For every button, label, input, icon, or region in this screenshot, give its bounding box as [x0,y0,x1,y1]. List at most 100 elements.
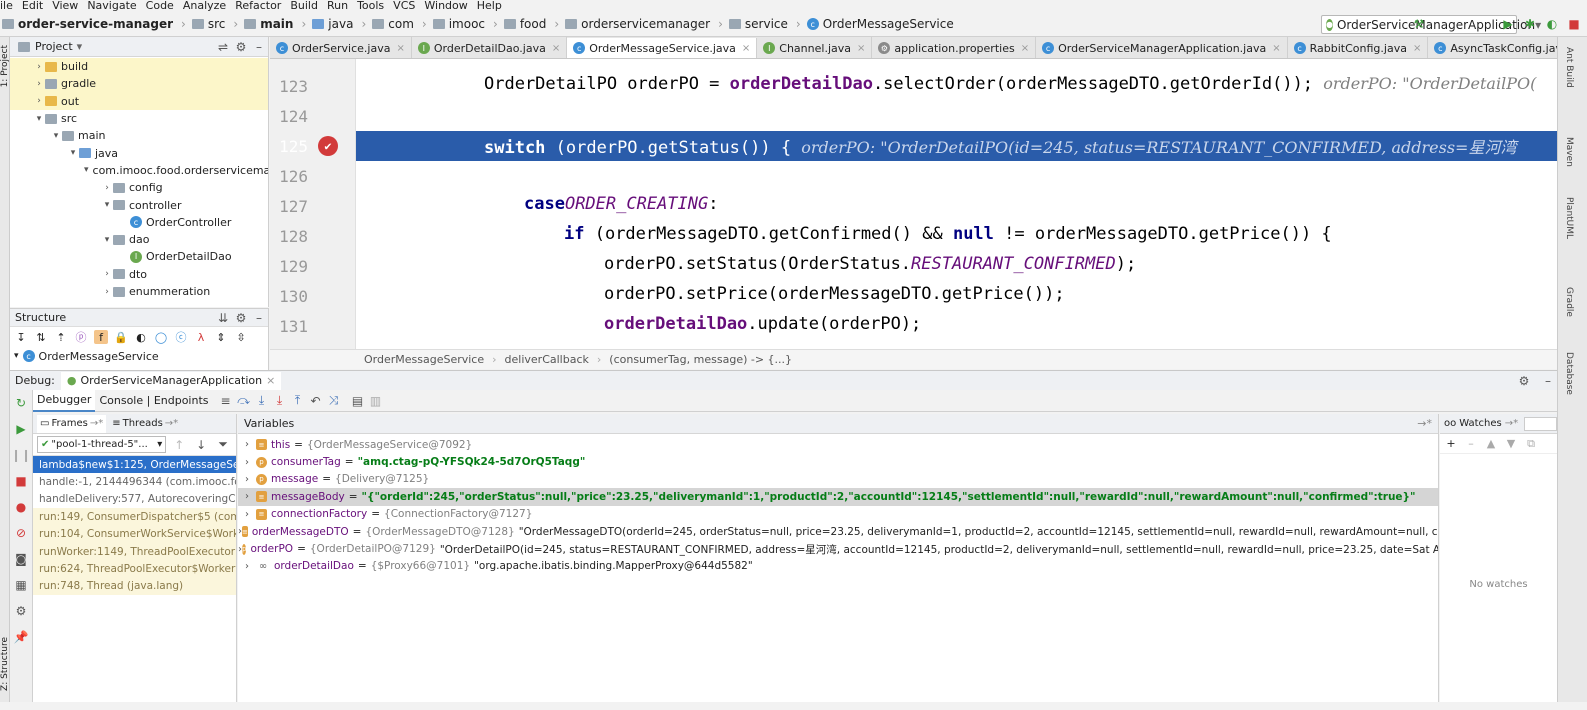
stripe-project[interactable]: 1: Project [0,45,10,87]
menu-item[interactable]: ile [0,0,13,12]
right-stripe-item[interactable]: Gradle [1564,287,1574,317]
tree-item[interactable]: › build [10,58,268,76]
breadcrumb-item[interactable]: java › [312,17,366,31]
close-icon[interactable]: × [1413,43,1421,54]
minimize-icon[interactable]: – [1539,372,1557,390]
breadcrumb-item[interactable]: main › [244,17,306,31]
minimize-icon[interactable]: – [250,309,268,327]
chevron-down-icon[interactable]: ▾ [101,200,113,210]
step-over-icon[interactable]: ⤼ [235,392,253,410]
properties-icon[interactable]: ⓟ [74,330,88,344]
collapse-all-icon[interactable]: ⇌ [214,38,232,56]
lambda-icon[interactable]: ◐ [134,330,148,344]
breadcrumb-item[interactable]: orderservicemanager › [565,17,723,31]
menu-item[interactable]: Help [477,0,502,12]
tree-item[interactable]: › enummeration [10,283,268,300]
editor-breadcrumb-item[interactable]: OrderMessageService [364,353,484,366]
mute-breakpoints-icon[interactable]: ⊘ [12,524,30,542]
move-up-icon[interactable]: ▲ [1484,437,1498,451]
chevron-down-icon[interactable]: ▾ [67,148,79,158]
run-to-cursor-icon[interactable]: ⤨ [325,392,343,410]
tab-frames[interactable]: ▭ Frames →* [37,414,107,433]
variable-row[interactable]: › ≡ connectionFactory = {ConnectionFactory@7… [238,506,1438,523]
gear-icon[interactable]: ⚙ [232,38,250,56]
close-icon[interactable]: × [742,43,750,54]
chevron-right-icon[interactable]: › [33,62,45,72]
breadcrumb-item[interactable]: order-service-manager › [2,17,186,31]
minimize-icon[interactable]: – [250,38,268,56]
breadcrumb-item[interactable]: c OrderMessageService [806,17,954,31]
editor-tab[interactable]: c OrderService.java × [270,37,412,58]
right-stripe-item[interactable]: Maven [1564,137,1574,167]
inherited-icon[interactable]: ⇡ [54,330,68,344]
sort-icon[interactable]: ⇊ [214,309,232,327]
build-hammer-icon[interactable]: ⚒ [1410,15,1428,33]
close-icon[interactable]: × [266,374,275,387]
editor-tab[interactable]: c OrderMessageService.java × [567,38,758,58]
pin-icon[interactable]: 📌 [12,628,30,646]
chevron-right-icon[interactable]: › [33,79,45,89]
debug-session-tab[interactable]: ● OrderServiceManagerApplication × [60,371,282,390]
stack-frame[interactable]: lambda$new$1:125, OrderMessageService [33,456,236,474]
resume-icon[interactable]: ▶ [12,420,30,438]
tree-item[interactable]: ▾ java [10,144,268,161]
sort-alpha-icon[interactable]: ↧ [14,330,28,344]
debug-icon[interactable]: ✱ [1521,15,1539,33]
stripe-structure[interactable]: Z: Structure [0,637,10,691]
chevron-down-icon[interactable]: ▾ [77,40,83,53]
close-icon[interactable]: × [396,43,404,54]
stack-frame[interactable]: run:149, ConsumerDispatcher$5 (com.rab [33,508,236,526]
chevron-right-icon[interactable]: › [238,509,256,520]
view-breakpoints-icon[interactable]: ● [12,498,30,516]
copy-icon[interactable]: ⧉ [1524,437,1538,451]
move-down-icon[interactable]: ▼ [1504,437,1518,451]
drop-frame-icon[interactable]: ↶ [307,392,325,410]
chevron-right-icon[interactable]: › [238,457,256,468]
right-stripe-item[interactable]: Database [1564,352,1574,395]
breadcrumb-item[interactable]: service › [728,17,801,31]
menu-item[interactable]: VCS [393,0,415,12]
menu-item[interactable]: Refactor [235,0,281,12]
gear-icon[interactable]: ⚙ [1515,372,1533,390]
stack-frame[interactable]: runWorker:1149, ThreadPoolExecutor (ja [33,542,236,561]
variable-row[interactable]: › p consumerTag = "amq.ctag-pQ-YFSQk24-5d7Or… [238,453,1438,470]
breadcrumb-item[interactable]: src › [191,17,238,31]
chevron-right-icon[interactable]: › [101,269,113,279]
editor-tab[interactable]: cAsyncTaskConfig.java× [1428,37,1557,58]
class-filter-icon[interactable]: ⓒ [174,330,188,344]
camera-icon[interactable]: ◙ [12,550,30,568]
breadcrumb-item[interactable]: com › [372,17,427,31]
rerun-icon[interactable]: ↻ [12,394,30,412]
chevron-down-icon[interactable]: ▾ [50,131,62,141]
menu-item[interactable]: Run [327,0,348,12]
expand-icon[interactable]: ⇕ [214,330,228,344]
stop-icon[interactable]: ■ [1565,15,1583,33]
tree-item[interactable]: I OrderDetailDao [10,248,268,265]
menu-item[interactable]: Window [424,0,467,12]
editor-breadcrumb-item[interactable]: deliverCallback [505,353,589,366]
trace-icon[interactable]: ▥ [367,392,385,410]
right-stripe-item[interactable]: PlantUML [1564,197,1574,239]
watch-input[interactable] [1524,416,1557,431]
add-icon[interactable]: + [1444,437,1458,451]
pause-icon[interactable]: ❙❙ [11,446,31,464]
chevron-down-icon[interactable]: ▾ [33,114,45,124]
gear-icon[interactable]: ⚙ [232,309,250,327]
collapse-icon[interactable]: ⇳ [234,330,248,344]
editor-tab[interactable]: I OrderDetailDao.java × [412,37,568,58]
tree-item[interactable]: › gradle [10,75,268,93]
anonymous-icon[interactable]: ◯ [154,330,168,344]
editor-tab[interactable]: c RabbitConfig.java × [1288,37,1429,58]
breadcrumb-item[interactable]: food › [503,17,559,31]
threads-list-icon[interactable]: ≡ [217,392,235,410]
thread-select[interactable]: ✔ "pool-1-thread-5"... ▾ [37,436,167,453]
right-stripe-item[interactable]: Ant Build [1564,47,1574,88]
project-panel-title[interactable]: Project [35,40,73,53]
chevron-down-icon[interactable]: ▾ [101,235,113,245]
editor-tab[interactable]: c OrderServiceManagerApplication.java × [1036,37,1288,58]
tree-item[interactable]: ▾ com.imooc.food.orderservicemar [10,162,268,179]
stack-frame[interactable]: run:104, ConsumerWorkService$WorkPo [33,525,236,543]
down-arrow-icon[interactable]: ↓ [192,436,210,454]
close-icon[interactable]: × [1272,43,1280,54]
layout-icon[interactable]: ▦ [12,576,30,594]
